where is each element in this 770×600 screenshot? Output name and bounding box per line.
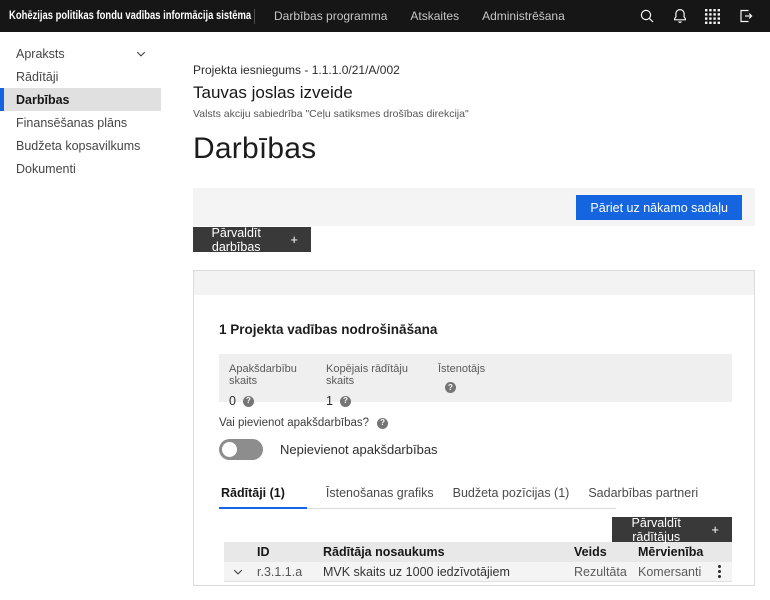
project-subtitle: Valsts akciju sabiedrība "Ceļu satiksmes… (193, 108, 469, 120)
stat-total-indicators: Kopējais rādītāju skaits 1 (326, 363, 438, 408)
plus-icon: + (711, 522, 719, 537)
app-title[interactable]: Kohēzijas politikas fondu vadības inform… (0, 10, 243, 22)
sidebar-item-label: Apraksts (16, 47, 135, 61)
tab-budzeta-pozicijas[interactable]: Budžeta pozīcijas (1) (451, 482, 570, 509)
breadcrumb: Projekta iesniegums - 1.1.1.0/21/A/002 (193, 63, 400, 77)
stat-label: Apakšdarbību skaits (229, 363, 326, 387)
sidebar-item-label: Dokumenti (16, 162, 147, 176)
main-content: Projekta iesniegums - 1.1.1.0/21/A/002 T… (193, 32, 755, 600)
column-header-id: ID (252, 545, 318, 559)
activity-card: 1 Projekta vadības nodrošināšana Apakšda… (193, 270, 755, 586)
column-header-type: Veids (566, 545, 630, 559)
sidebar: Apraksts Rādītāji Darbības Finansēšanas … (0, 32, 193, 600)
table-row: r.3.1.1.a MVK skaits uz 1000 iedzīvotāji… (224, 562, 732, 581)
project-title: Tauvas joslas izveide (193, 83, 353, 103)
manage-actions-label: Pārvaldīt darbības (206, 226, 266, 254)
indicators-toolbar: Pārvaldīt rādītājus + (219, 517, 732, 542)
chevron-down-icon (135, 48, 147, 60)
sidebar-item-darbibas[interactable]: Darbības (0, 88, 161, 111)
cell-name: MVK skaits uz 1000 iedzīvotājiem (318, 565, 566, 579)
header-icon-group (630, 0, 770, 32)
toggle-label: Nepievienot apakšdarbības (280, 442, 438, 457)
toggle-knob (222, 442, 237, 457)
plus-icon: + (290, 232, 298, 247)
stat-value: 1 (326, 394, 333, 408)
stat-label: Īstenotājs (438, 363, 485, 375)
app-switcher-grid-icon[interactable] (696, 0, 729, 32)
manage-actions-button[interactable]: Pārvaldīt darbības + (193, 227, 311, 252)
subactivities-toggle-row: Nepievienot apakšdarbības (219, 439, 732, 460)
nav-darbibas-programma[interactable]: Darbības programma (274, 9, 387, 23)
stat-subactivities-count: Apakšdarbību skaits 0 (229, 363, 326, 408)
top-nav: Darbības programma Atskaites Administrēš… (274, 9, 565, 23)
tab-raditaji[interactable]: Rādītāji (1) (219, 482, 307, 509)
card-header-strip (194, 271, 754, 295)
tab-sadarbibas-partneri[interactable]: Sadarbības partneri (586, 482, 698, 509)
stat-implementer: Īstenotājs (438, 363, 485, 393)
manage-indicators-button[interactable]: Pārvaldīt rādītājus + (612, 517, 732, 542)
column-header-name: Rādītāja nosaukums (318, 545, 566, 559)
notifications-bell-icon[interactable] (663, 0, 696, 32)
nav-administresana[interactable]: Administrēšana (482, 9, 565, 23)
page-title: Darbības (193, 132, 316, 166)
cell-id: r.3.1.1.a (252, 565, 318, 579)
column-header-unit: Mērvienība (630, 545, 706, 559)
search-icon[interactable] (630, 0, 663, 32)
row-expand-chevron-icon[interactable] (224, 566, 252, 578)
app-window: Kohēzijas politikas fondu vadības inform… (0, 0, 770, 600)
help-icon[interactable] (445, 382, 456, 393)
sidebar-item-raditaji[interactable]: Rādītāji (0, 65, 161, 88)
subactivities-question-label: Vai pievienot apakšdarbības? (219, 417, 369, 429)
subactivities-question: Vai pievienot apakšdarbības? (219, 417, 732, 429)
activity-stats: Apakšdarbību skaits 0 Kopējais rādītāju … (219, 354, 732, 402)
sidebar-item-budzeta-kopsavilkums[interactable]: Budžeta kopsavilkums (0, 134, 161, 157)
cell-unit: Komersanti (630, 565, 706, 579)
activity-tabs: Rādītāji (1) Īstenošanas grafiks Budžeta… (219, 482, 616, 509)
indicators-table: ID Rādītāja nosaukums Veids Mērvienība r… (224, 542, 732, 582)
manage-indicators-label: Pārvaldīt rādītājus (625, 516, 687, 544)
subactivities-toggle[interactable] (219, 439, 263, 460)
stat-value: 0 (229, 394, 236, 408)
sidebar-item-apraksts[interactable]: Apraksts (0, 42, 161, 65)
cell-type: Rezultāta (566, 565, 630, 579)
table-header-row: ID Rādītāja nosaukums Veids Mērvienība (224, 542, 732, 562)
sidebar-item-dokumenti[interactable]: Dokumenti (0, 157, 161, 180)
help-icon[interactable] (340, 396, 351, 407)
action-bar: Pāriet uz nākamo sadaļu (193, 188, 755, 226)
top-bar: Kohēzijas politikas fondu vadības inform… (0, 0, 770, 32)
logout-icon[interactable] (729, 0, 762, 32)
sidebar-item-label: Budžeta kopsavilkums (16, 139, 147, 153)
card-body: 1 Projekta vadības nodrošināšana Apakšda… (194, 322, 754, 582)
nav-atskaites[interactable]: Atskaites (410, 9, 459, 23)
sidebar-item-label: Darbības (16, 93, 147, 107)
help-icon[interactable] (377, 418, 388, 429)
stat-label: Kopējais rādītāju skaits (326, 363, 438, 387)
sidebar-item-finansesanas-plans[interactable]: Finansēšanas plāns (0, 111, 161, 134)
next-section-button[interactable]: Pāriet uz nākamo sadaļu (576, 195, 742, 220)
row-overflow-menu-icon[interactable] (706, 565, 732, 578)
tab-istenosanas-grafiks[interactable]: Īstenošanas grafiks (324, 482, 434, 509)
activity-title: 1 Projekta vadības nodrošināšana (219, 322, 732, 337)
sidebar-item-label: Rādītāji (16, 70, 147, 84)
help-icon[interactable] (243, 396, 254, 407)
sidebar-item-label: Finansēšanas plāns (16, 116, 147, 130)
header-divider (254, 9, 255, 24)
